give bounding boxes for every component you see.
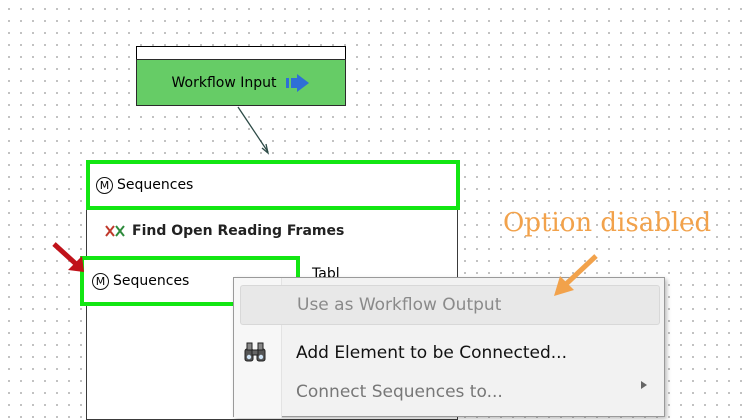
orange-arrow-icon bbox=[554, 254, 598, 296]
workflow-input-node[interactable]: Workflow Input bbox=[136, 59, 346, 106]
submenu-arrow-icon bbox=[641, 381, 647, 389]
menu-item-label: Connect Sequences to... bbox=[296, 382, 503, 402]
menu-item-connect-sequences[interactable]: Connect Sequences to... bbox=[234, 372, 662, 412]
workflow-input-label: Workflow Input bbox=[171, 74, 277, 91]
mandatory-badge: M bbox=[92, 272, 109, 290]
workflow-input-header[interactable] bbox=[136, 46, 346, 60]
annotation-option-disabled: Option disabled bbox=[503, 208, 712, 238]
output-port-label: Sequences bbox=[113, 273, 190, 289]
menu-item-label: Add Element to be Connected... bbox=[296, 343, 567, 363]
menu-item-label: Use as Workflow Output bbox=[297, 295, 502, 315]
menu-item-add-element[interactable]: Add Element to be Connected... bbox=[234, 333, 662, 373]
element-title: Find Open Reading Frames bbox=[90, 216, 456, 246]
input-port-sequences[interactable]: M Sequences bbox=[86, 160, 460, 210]
right-arrow-icon bbox=[285, 73, 309, 92]
mandatory-badge: M bbox=[96, 176, 113, 194]
orf-icon bbox=[105, 225, 125, 237]
input-port-label: Sequences bbox=[117, 177, 194, 193]
element-title-text: Find Open Reading Frames bbox=[132, 223, 345, 239]
red-arrow-icon bbox=[52, 242, 84, 272]
